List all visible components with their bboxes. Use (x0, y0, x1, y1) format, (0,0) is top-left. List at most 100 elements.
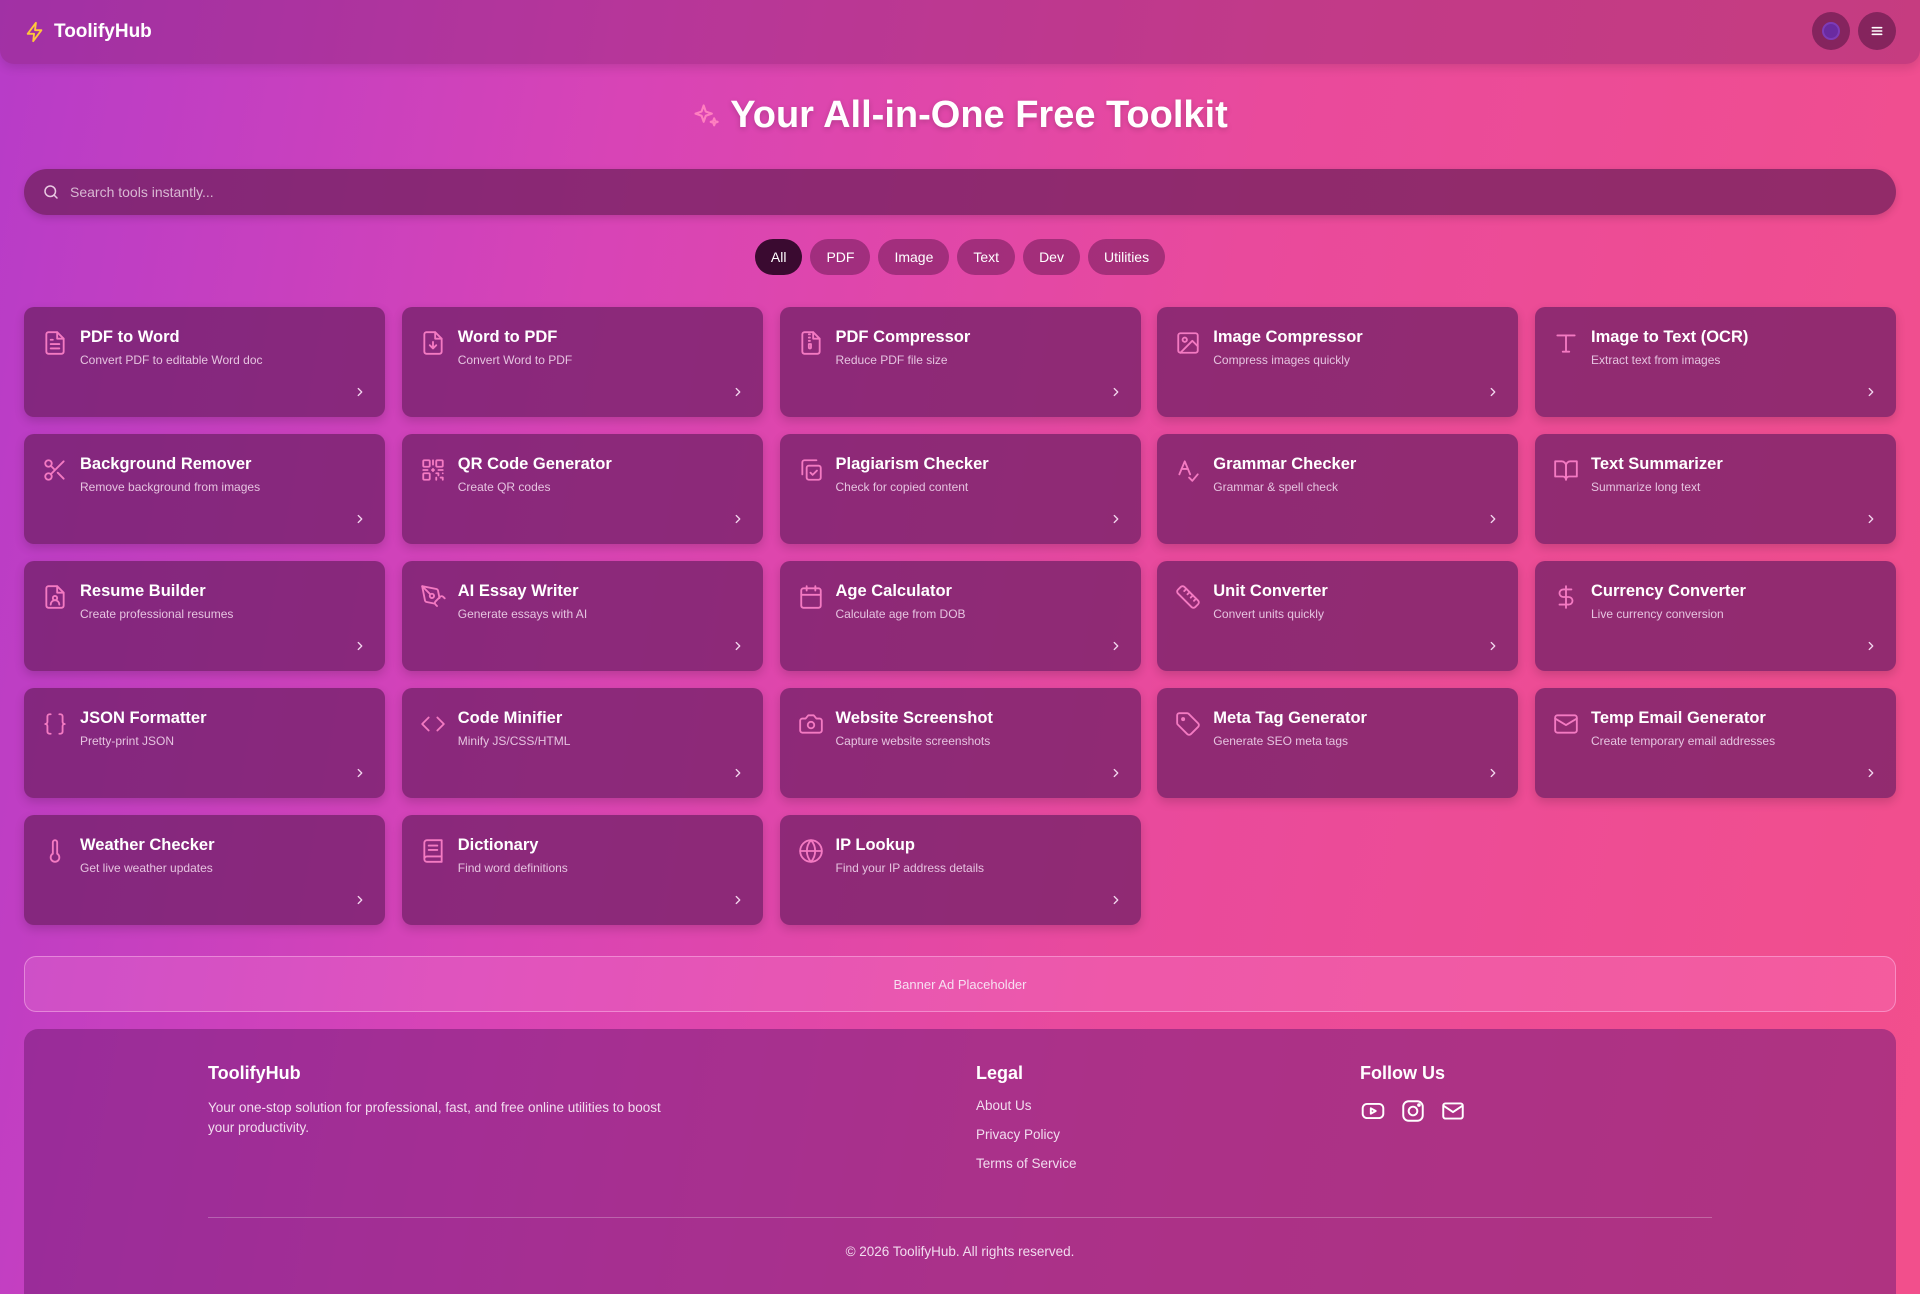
tool-card-age-calculator[interactable]: Age Calculator Calculate age from DOB (779, 561, 1141, 671)
brand-name: ToolifyHub (54, 21, 152, 42)
tool-description: Reduce PDF file size (835, 353, 948, 368)
tool-card-temp-email-generator[interactable]: Temp Email Generator Create temporary ema… (1535, 688, 1896, 798)
tool-card-grammar-checker[interactable]: Grammar Checker Grammar & spell check (1157, 434, 1519, 544)
filter-text[interactable]: Text (957, 239, 1016, 275)
mail-icon[interactable] (1440, 1098, 1466, 1124)
brand-logo[interactable]: ToolifyHub (24, 21, 152, 43)
chevron-right-icon (1864, 512, 1878, 526)
tool-description: Convert Word to PDF (457, 353, 573, 368)
tool-description: Calculate age from DOB (835, 607, 966, 622)
tool-card-plagiarism-checker[interactable]: Plagiarism Checker Check for copied conte… (779, 434, 1141, 544)
chevron-right-icon (353, 639, 367, 653)
tool-description: Create professional resumes (80, 607, 234, 622)
tool-title: Grammar Checker (1213, 455, 1357, 473)
calendar-icon (798, 584, 824, 610)
tool-card-background-remover[interactable]: Background Remover Remove background from… (24, 434, 385, 544)
braces-icon (42, 711, 68, 737)
footer-copyright: © 2026 ToolifyHub. All rights reserved. (845, 1244, 1075, 1259)
type-icon (1553, 330, 1579, 356)
tool-card-pdf-to-word[interactable]: PDF to Word Convert PDF to editable Word … (24, 307, 385, 417)
image-icon (1175, 330, 1201, 356)
chevron-right-icon (731, 385, 745, 399)
tool-title: Resume Builder (80, 582, 206, 600)
footer-brand: ToolifyHub (208, 1063, 301, 1083)
footer-divider (208, 1217, 1712, 1218)
tool-card-resume-builder[interactable]: Resume Builder Create professional resume… (24, 561, 385, 671)
tool-card-dictionary[interactable]: Dictionary Find word definitions (401, 815, 763, 925)
tool-title: Word to PDF (457, 328, 558, 346)
tool-title: Website Screenshot (835, 709, 993, 727)
tool-card-meta-tag-generator[interactable]: Meta Tag Generator Generate SEO meta tags (1157, 688, 1519, 798)
mail-icon (1553, 711, 1579, 737)
menu-button[interactable] (1858, 12, 1896, 50)
footer-legal-heading: Legal (976, 1063, 1024, 1083)
youtube-icon[interactable] (1360, 1098, 1386, 1124)
search-input[interactable] (70, 184, 1878, 200)
chevron-right-icon (1486, 512, 1500, 526)
tool-card-pdf-compressor[interactable]: PDF Compressor Reduce PDF file size (779, 307, 1141, 417)
tool-description: Minify JS/CSS/HTML (457, 734, 571, 749)
footer-follow-heading: Follow Us (1360, 1063, 1445, 1083)
tool-card-currency-converter[interactable]: Currency Converter Live currency conversi… (1535, 561, 1896, 671)
chevron-right-icon (1486, 639, 1500, 653)
tool-description: Capture website screenshots (835, 734, 991, 749)
tool-card-word-to-pdf[interactable]: Word to PDF Convert Word to PDF (401, 307, 763, 417)
banner-text: Banner Ad Placeholder (893, 976, 1027, 992)
tool-description: Find word definitions (457, 861, 568, 876)
chevron-right-icon (1864, 766, 1878, 780)
tool-card-ai-essay-writer[interactable]: AI Essay Writer Generate essays with AI (401, 561, 763, 671)
tool-card-weather-checker[interactable]: Weather Checker Get live weather updates (24, 815, 385, 925)
tool-description: Generate SEO meta tags (1213, 734, 1348, 749)
chevron-right-icon (731, 893, 745, 907)
tool-title: JSON Formatter (80, 709, 207, 727)
tool-description: Get live weather updates (80, 861, 213, 876)
tool-description: Live currency conversion (1591, 607, 1724, 622)
tool-title: Code Minifier (457, 709, 563, 727)
tool-description: Convert PDF to editable Word doc (80, 353, 263, 368)
tool-title: Unit Converter (1213, 582, 1328, 600)
tool-card-text-summarizer[interactable]: Text Summarizer Summarize long text (1535, 434, 1896, 544)
tool-description: Create temporary email addresses (1591, 734, 1776, 749)
menu-icon (1869, 23, 1885, 39)
tool-title: PDF Compressor (835, 328, 971, 346)
spell-check-icon (1175, 457, 1201, 483)
filter-utilities[interactable]: Utilities (1087, 239, 1166, 275)
tool-description: Compress images quickly (1213, 353, 1350, 368)
tool-card-image-to-text-ocr[interactable]: Image to Text (OCR) Extract text from ima… (1535, 307, 1896, 417)
tool-title: QR Code Generator (457, 455, 612, 473)
chevron-right-icon (1109, 512, 1123, 526)
chevron-right-icon (1109, 766, 1123, 780)
tool-title: Age Calculator (835, 582, 952, 600)
tool-card-unit-converter[interactable]: Unit Converter Convert units quickly (1157, 561, 1519, 671)
footer-link-about[interactable]: About Us (976, 1098, 1077, 1113)
theme-toggle-icon (1822, 22, 1840, 40)
top-navbar: ToolifyHub (0, 0, 1920, 64)
footer-link-terms[interactable]: Terms of Service (976, 1156, 1077, 1171)
tool-title: Background Remover (80, 455, 252, 473)
tool-card-image-compressor[interactable]: Image Compressor Compress images quickly (1157, 307, 1519, 417)
file-text-icon (42, 330, 68, 356)
tool-title: IP Lookup (835, 836, 915, 854)
filter-all[interactable]: All (754, 239, 803, 275)
tool-title: Image Compressor (1213, 328, 1363, 346)
footer-link-privacy[interactable]: Privacy Policy (976, 1127, 1077, 1142)
tool-card-website-screenshot[interactable]: Website Screenshot Capture website screen… (779, 688, 1141, 798)
filter-image[interactable]: Image (878, 239, 950, 275)
chevron-right-icon (353, 766, 367, 780)
tool-card-qr-code-generator[interactable]: QR Code Generator Create QR codes (401, 434, 763, 544)
category-filters: All PDF Image Text Dev Utilities (0, 239, 1920, 275)
hero-heading: Your All-in-One Free Toolkit (0, 94, 1920, 137)
filter-pdf[interactable]: PDF (810, 239, 871, 275)
tool-card-ip-lookup[interactable]: IP Lookup Find your IP address details (779, 815, 1141, 925)
tag-icon (1175, 711, 1201, 737)
tool-card-code-minifier[interactable]: Code Minifier Minify JS/CSS/HTML (401, 688, 763, 798)
camera-icon (798, 711, 824, 737)
chevron-right-icon (353, 385, 367, 399)
filter-dev[interactable]: Dev (1023, 239, 1080, 275)
qr-code-icon (420, 457, 446, 483)
instagram-icon[interactable] (1400, 1098, 1426, 1124)
theme-toggle-button[interactable] (1812, 12, 1850, 50)
search-icon (42, 183, 60, 201)
tool-card-json-formatter[interactable]: JSON Formatter Pretty-print JSON (24, 688, 385, 798)
globe-icon (798, 838, 824, 864)
